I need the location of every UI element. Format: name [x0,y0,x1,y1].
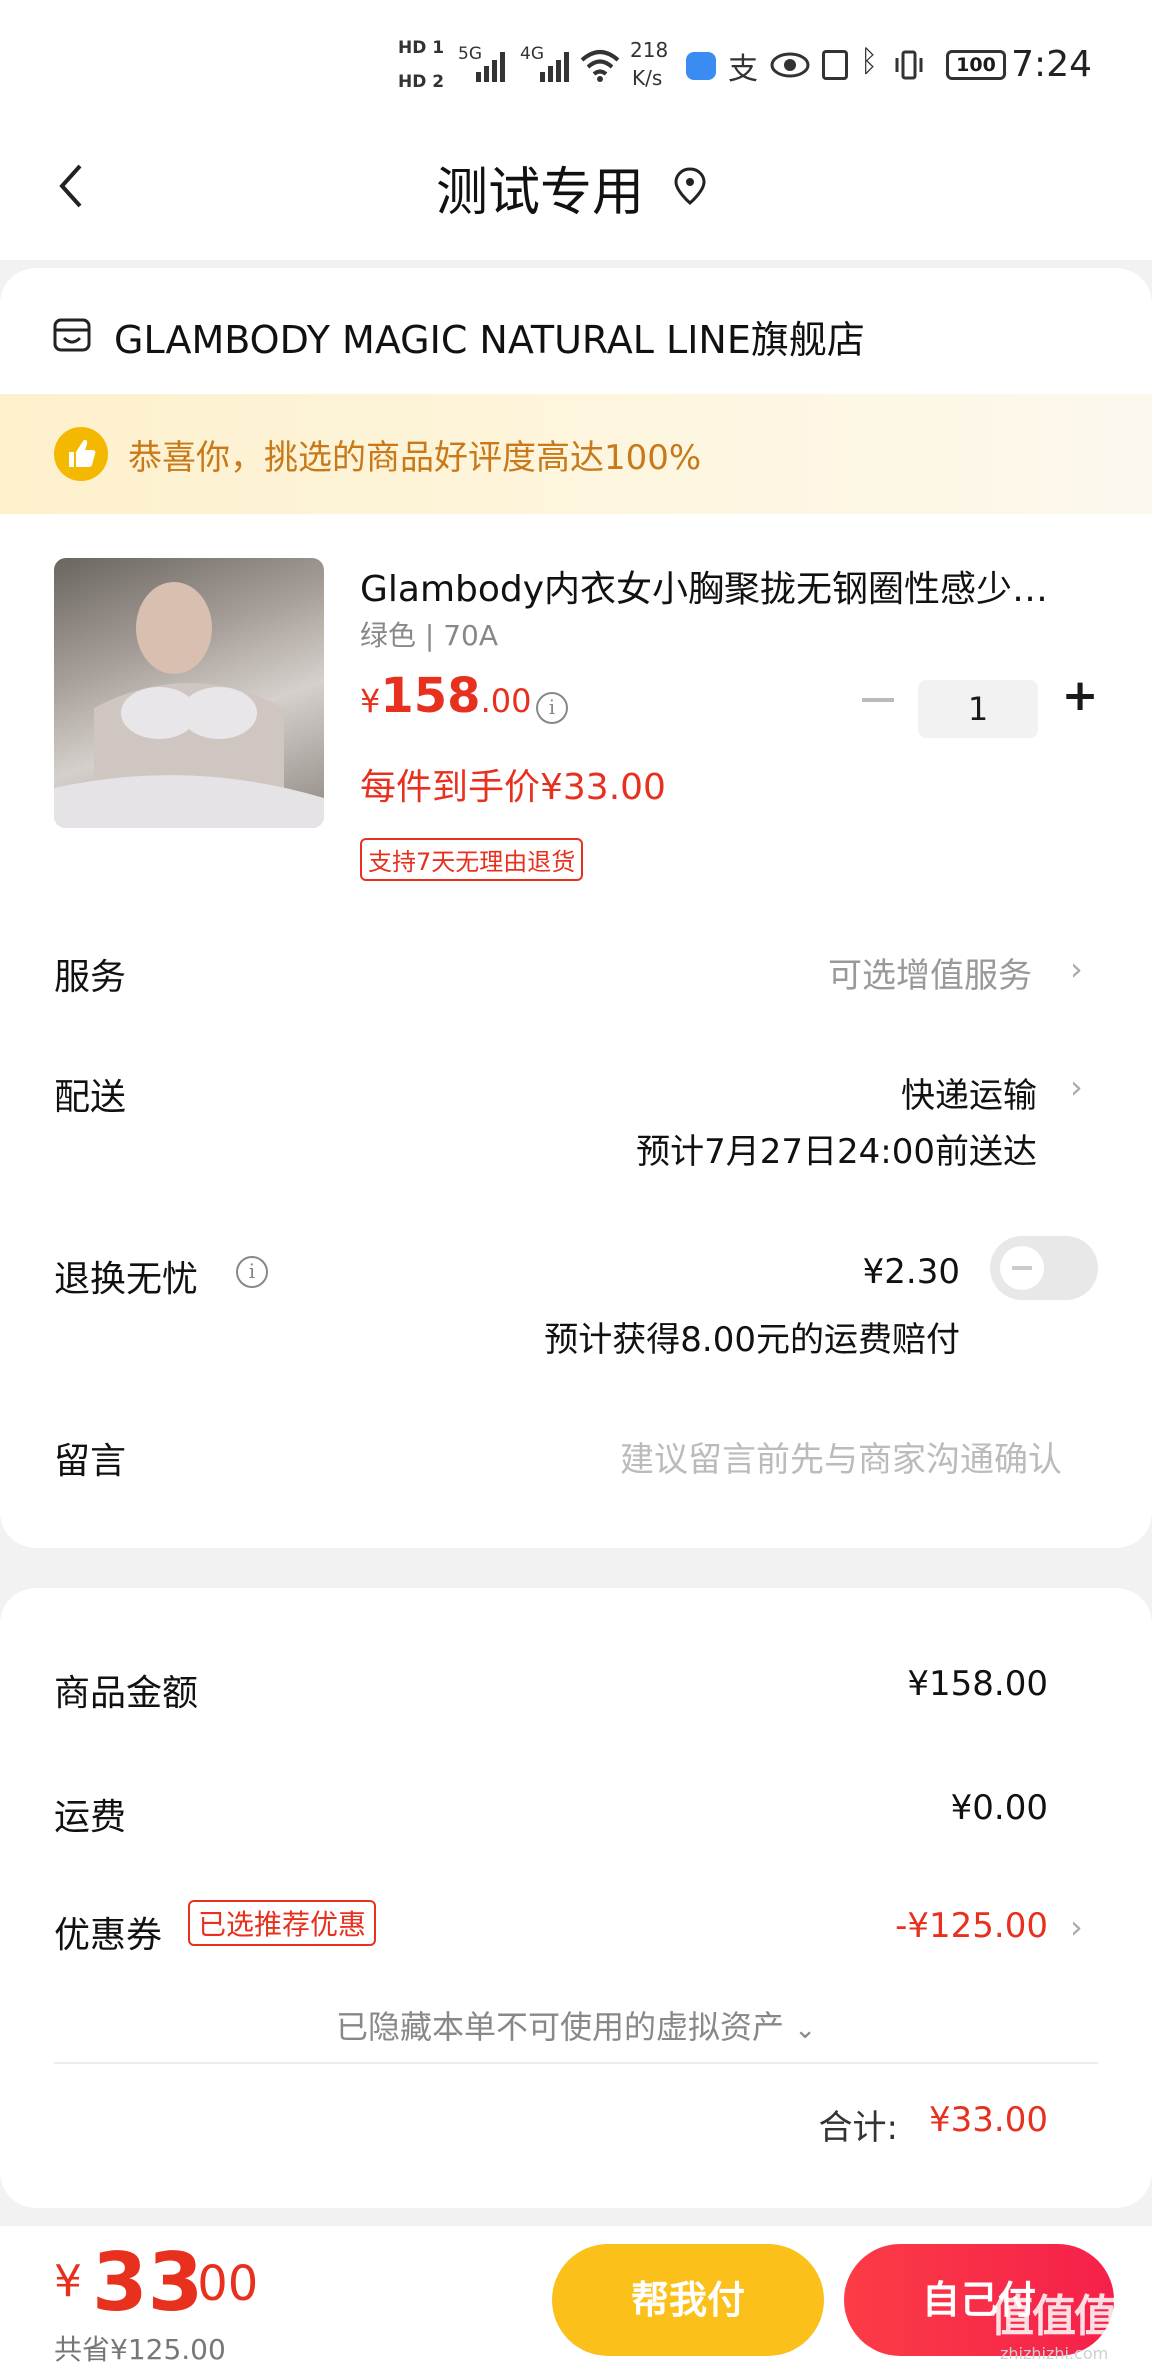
summary-divider [54,2062,1098,2064]
speed-label: 218 [630,38,669,62]
total-value: ¥33.00 [929,2100,1048,2140]
rating-banner-text: 恭喜你，挑选的商品好评度高达100% [128,438,702,478]
service-chevron-icon[interactable]: › [1070,952,1090,986]
product-image[interactable] [54,558,324,828]
coupon-label: 优惠券 [54,1915,163,1956]
service-value[interactable]: 可选增值服务 [828,948,1032,997]
page-title: 测试专用 [435,163,644,223]
vibrate-icon [895,50,923,80]
quantity-input[interactable]: 1 [918,680,1038,738]
message-input[interactable]: 建议留言前先与商家沟通确认 [620,1432,1062,1481]
toggle-knob [1000,1246,1044,1290]
order-card: GLAMBODY MAGIC NATURAL LINE旗舰店 恭喜你，挑选的商品… [0,268,1152,1548]
bottom-price-decimal: .00 [182,2256,259,2312]
delivery-method[interactable]: 快递运输 [901,1068,1037,1117]
signal-icon [476,52,505,82]
price-integer: 158 [380,668,481,724]
insurance-info-icon[interactable]: i [236,1256,268,1288]
price-decimal: .00 [480,682,532,720]
rating-banner: 恭喜你，挑选的商品好评度高达100% [0,394,1152,514]
quantity-decrease-button[interactable] [862,698,894,702]
total-label: 合计: [818,2108,898,2148]
product-title[interactable]: Glambody内衣女小胸聚拢无钢圈性感少… [360,560,1100,612]
shipping-label: 运费 [54,1797,127,1838]
bottom-price-currency: ¥ [54,2256,82,2307]
shop-row[interactable]: GLAMBODY MAGIC NATURAL LINE旗舰店 [52,308,865,364]
price-info-icon[interactable]: i [536,692,568,724]
help-me-pay-button[interactable]: 帮我付 [552,2244,824,2356]
cloud-icon [686,52,716,80]
battery-icon: 100 [946,50,1006,80]
insurance-toggle[interactable] [990,1236,1098,1300]
page-header: 测试专用 [0,120,1152,260]
unit-final-price: 每件到手价¥33.00 [360,767,666,808]
sim2-label: HD 2 [398,72,445,92]
signal-icon-2 [540,52,569,82]
quantity-increase-button[interactable]: + [1060,674,1100,718]
price-summary-card: 商品金额 ¥158.00 运费 ¥0.00 优惠券 -¥125.00 › 已隐藏… [0,1588,1152,2208]
goods-amount-value: ¥158.00 [907,1664,1048,1704]
price-currency: ¥ [360,682,381,720]
shop-icon [53,318,91,352]
shipping-value: ¥0.00 [950,1788,1048,1828]
coupon-chevron-icon[interactable]: › [1070,1910,1090,1944]
eye-icon [770,52,810,78]
hidden-assets-toggle[interactable]: 已隐藏本单不可使用的虚拟资产 ⌄ [0,2002,1152,2048]
wifi-icon [580,50,620,82]
return-policy-tag: 支持7天无理由退货 [360,838,584,881]
alipay-icon: 支 [728,52,758,87]
nfc-icon [822,50,848,80]
delivery-label: 配送 [54,1077,127,1118]
status-bar: HD 1 HD 2 5G 4G 218 K/s 支 ᛒ 100 7:24 [0,0,1152,120]
delivery-eta: 预计7月27日24:00前送达 [636,1132,1037,1172]
insurance-label: 退换无忧 [54,1259,199,1300]
message-label: 留言 [54,1441,127,1482]
product-price: ¥158.00 [360,668,531,724]
thumbs-up-icon [54,427,108,481]
site-watermark-url: zhizhizhi.com [1000,2344,1109,2363]
chevron-down-icon: ⌄ [794,2015,816,2045]
shop-name: GLAMBODY MAGIC NATURAL LINE旗舰店 [114,317,865,362]
service-label: 服务 [54,957,127,998]
insurance-note: 预计获得8.00元的运费赔付 [544,1320,960,1360]
coupon-recommended-tag: 已选推荐优惠 [188,1900,377,1946]
hidden-assets-text: 已隐藏本单不可使用的虚拟资产 [336,2008,785,2046]
sim1-label: HD 1 [398,38,445,58]
checkout-bar: ¥ 33 .00 共省¥125.00 帮我付 自己付 值值值 zhizhizhi… [0,2226,1152,2376]
battery-level: 100 [956,54,996,76]
product-spec[interactable]: 绿色 | 70A [360,614,498,654]
location-pin-icon[interactable] [672,166,708,206]
insurance-price: ¥2.30 [862,1252,960,1292]
total-saved: 共省¥125.00 [54,2333,226,2366]
speed-unit-label: K/s [632,66,663,90]
delivery-chevron-icon[interactable]: › [1070,1070,1090,1104]
bluetooth-icon: ᛒ [860,44,878,79]
goods-amount-label: 商品金额 [54,1673,199,1714]
coupon-value[interactable]: -¥125.00 [895,1906,1048,1946]
clock-time: 7:24 [1011,44,1092,85]
site-watermark: 值值值 [990,2291,1118,2342]
